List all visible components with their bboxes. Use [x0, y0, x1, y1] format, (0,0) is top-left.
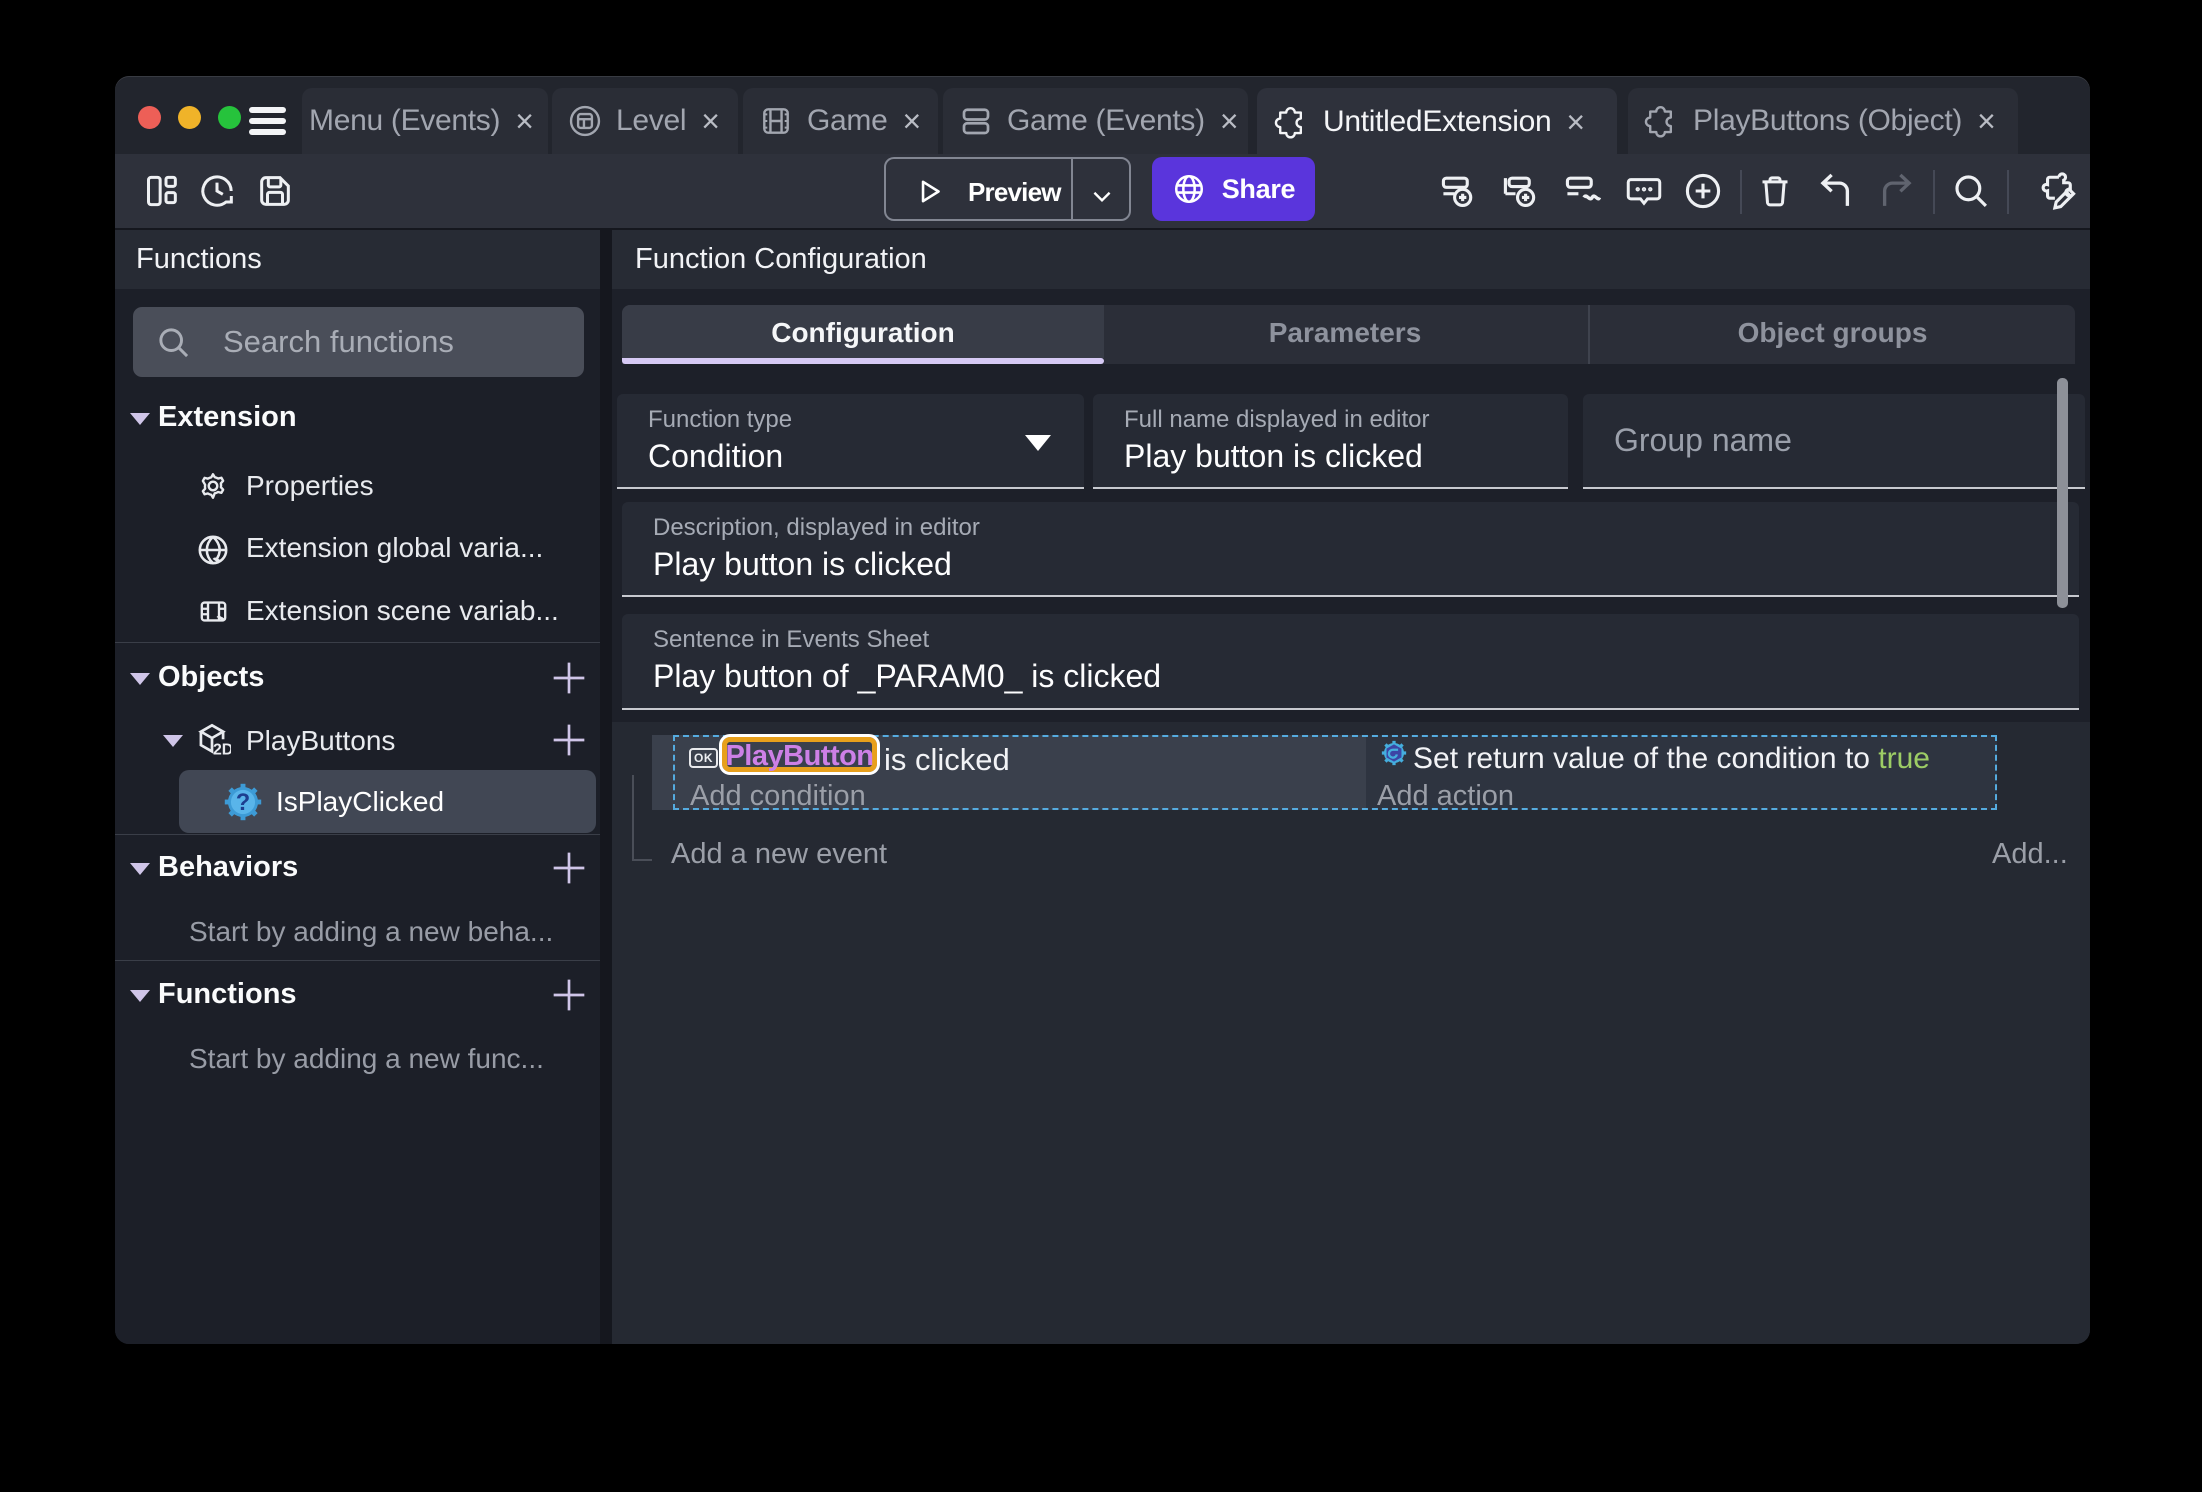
svg-text:?: ?: [236, 790, 250, 816]
